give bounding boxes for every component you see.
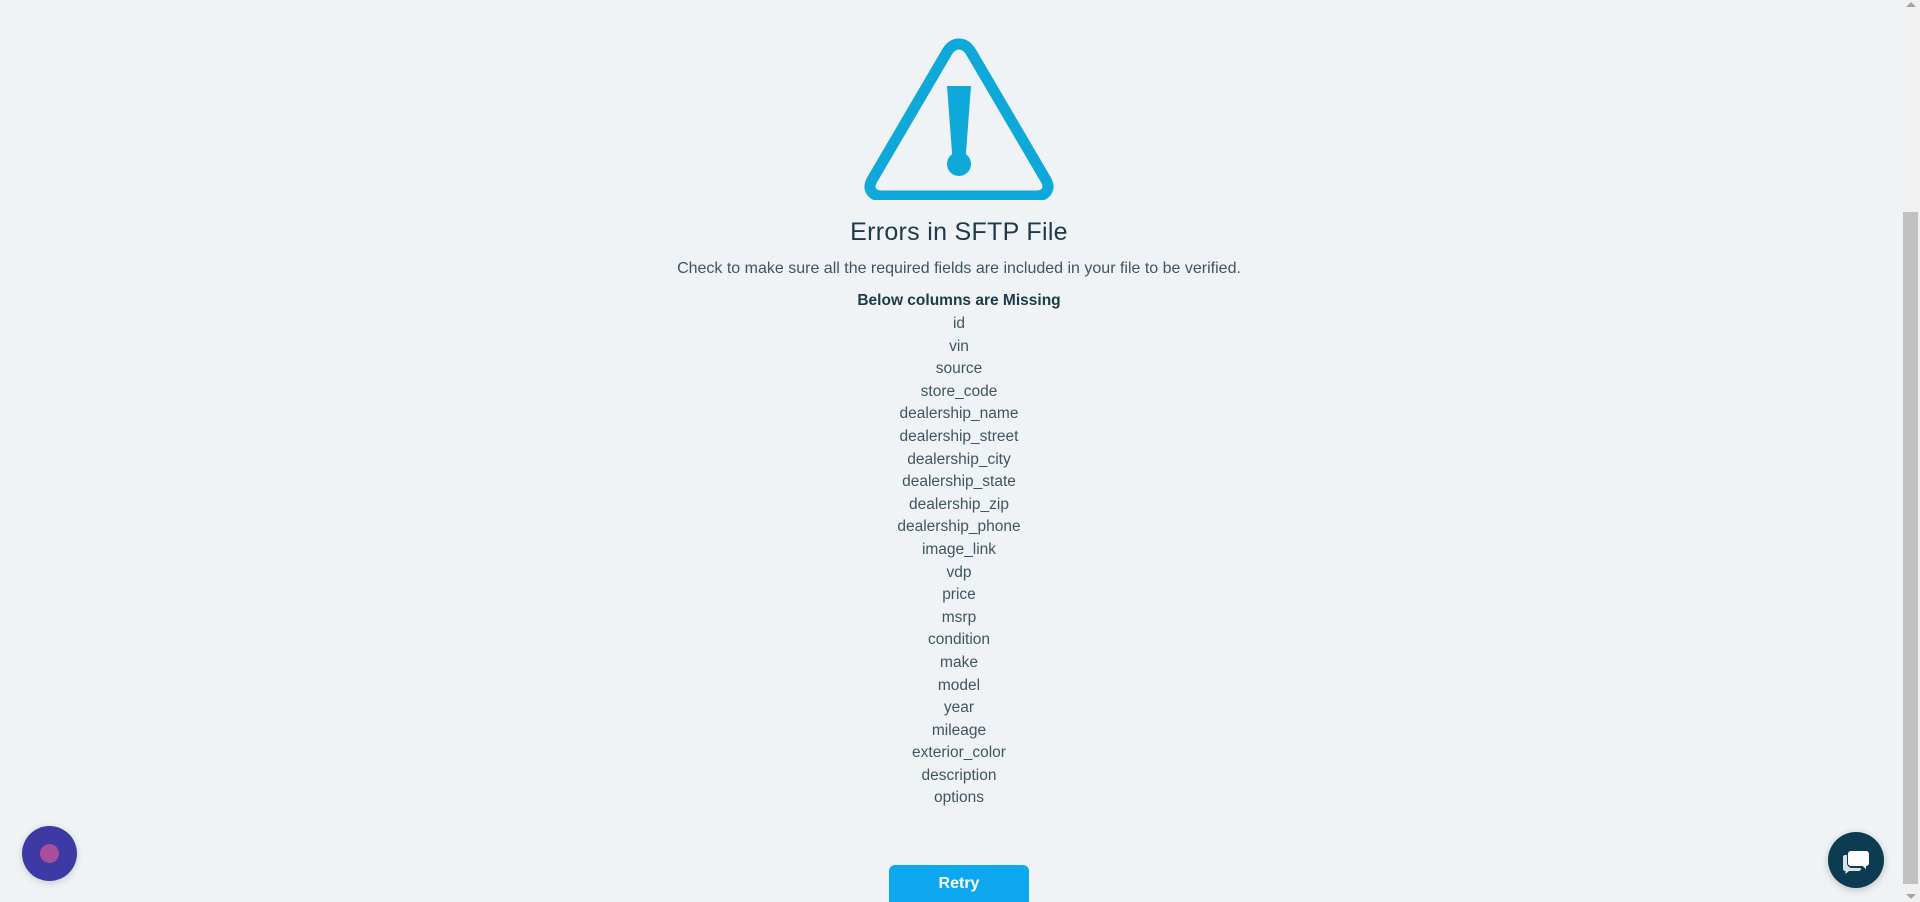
list-item: price	[942, 586, 976, 604]
list-item: make	[940, 653, 978, 671]
list-item: dealership_street	[899, 427, 1019, 445]
list-item: condition	[927, 631, 991, 649]
list-item: store_code	[920, 382, 998, 400]
page: Errors in SFTP File Check to make sure a…	[0, 0, 1920, 902]
list-item: options	[934, 789, 984, 807]
chat-launcher-button[interactable]	[1828, 832, 1884, 888]
list-item: source	[935, 360, 983, 378]
error-message: Check to make sure all the required fiel…	[677, 260, 1241, 277]
assistant-bubble-icon[interactable]	[22, 826, 77, 881]
list-item: msrp	[941, 608, 977, 626]
list-item: vin	[949, 337, 969, 355]
list-item: mileage	[931, 721, 987, 739]
list-item: dealership_zip	[909, 495, 1009, 513]
list-item: id	[952, 315, 966, 332]
list-item: dealership_state	[902, 473, 1016, 491]
missing-columns-list: id vin source store_code dealership_name…	[0, 313, 1918, 810]
vertical-scrollbar[interactable]	[1901, 0, 1920, 902]
list-item: dealership_phone	[897, 518, 1021, 536]
scrollbar-thumb[interactable]	[1903, 212, 1918, 884]
error-title: Errors in SFTP File	[850, 218, 1068, 246]
retry-button[interactable]: Retry	[889, 865, 1029, 902]
chat-icon	[1843, 851, 1869, 874]
missing-columns-heading: Below columns are Missing	[857, 292, 1061, 309]
list-item: image_link	[921, 540, 997, 558]
assistant-dot	[40, 844, 59, 863]
scroll-up-arrow-icon[interactable]	[1906, 2, 1916, 7]
list-item: year	[943, 699, 975, 717]
list-item: dealership_city	[907, 450, 1011, 468]
list-item: dealership_name	[899, 405, 1019, 423]
list-item: description	[921, 766, 997, 784]
scroll-down-arrow-icon[interactable]	[1906, 894, 1916, 899]
warning-triangle-icon	[864, 38, 1054, 200]
list-item: exterior_color	[912, 744, 1006, 762]
list-item: vdp	[946, 563, 972, 581]
list-item: model	[937, 676, 981, 694]
main-content: Errors in SFTP File Check to make sure a…	[0, 0, 1900, 902]
